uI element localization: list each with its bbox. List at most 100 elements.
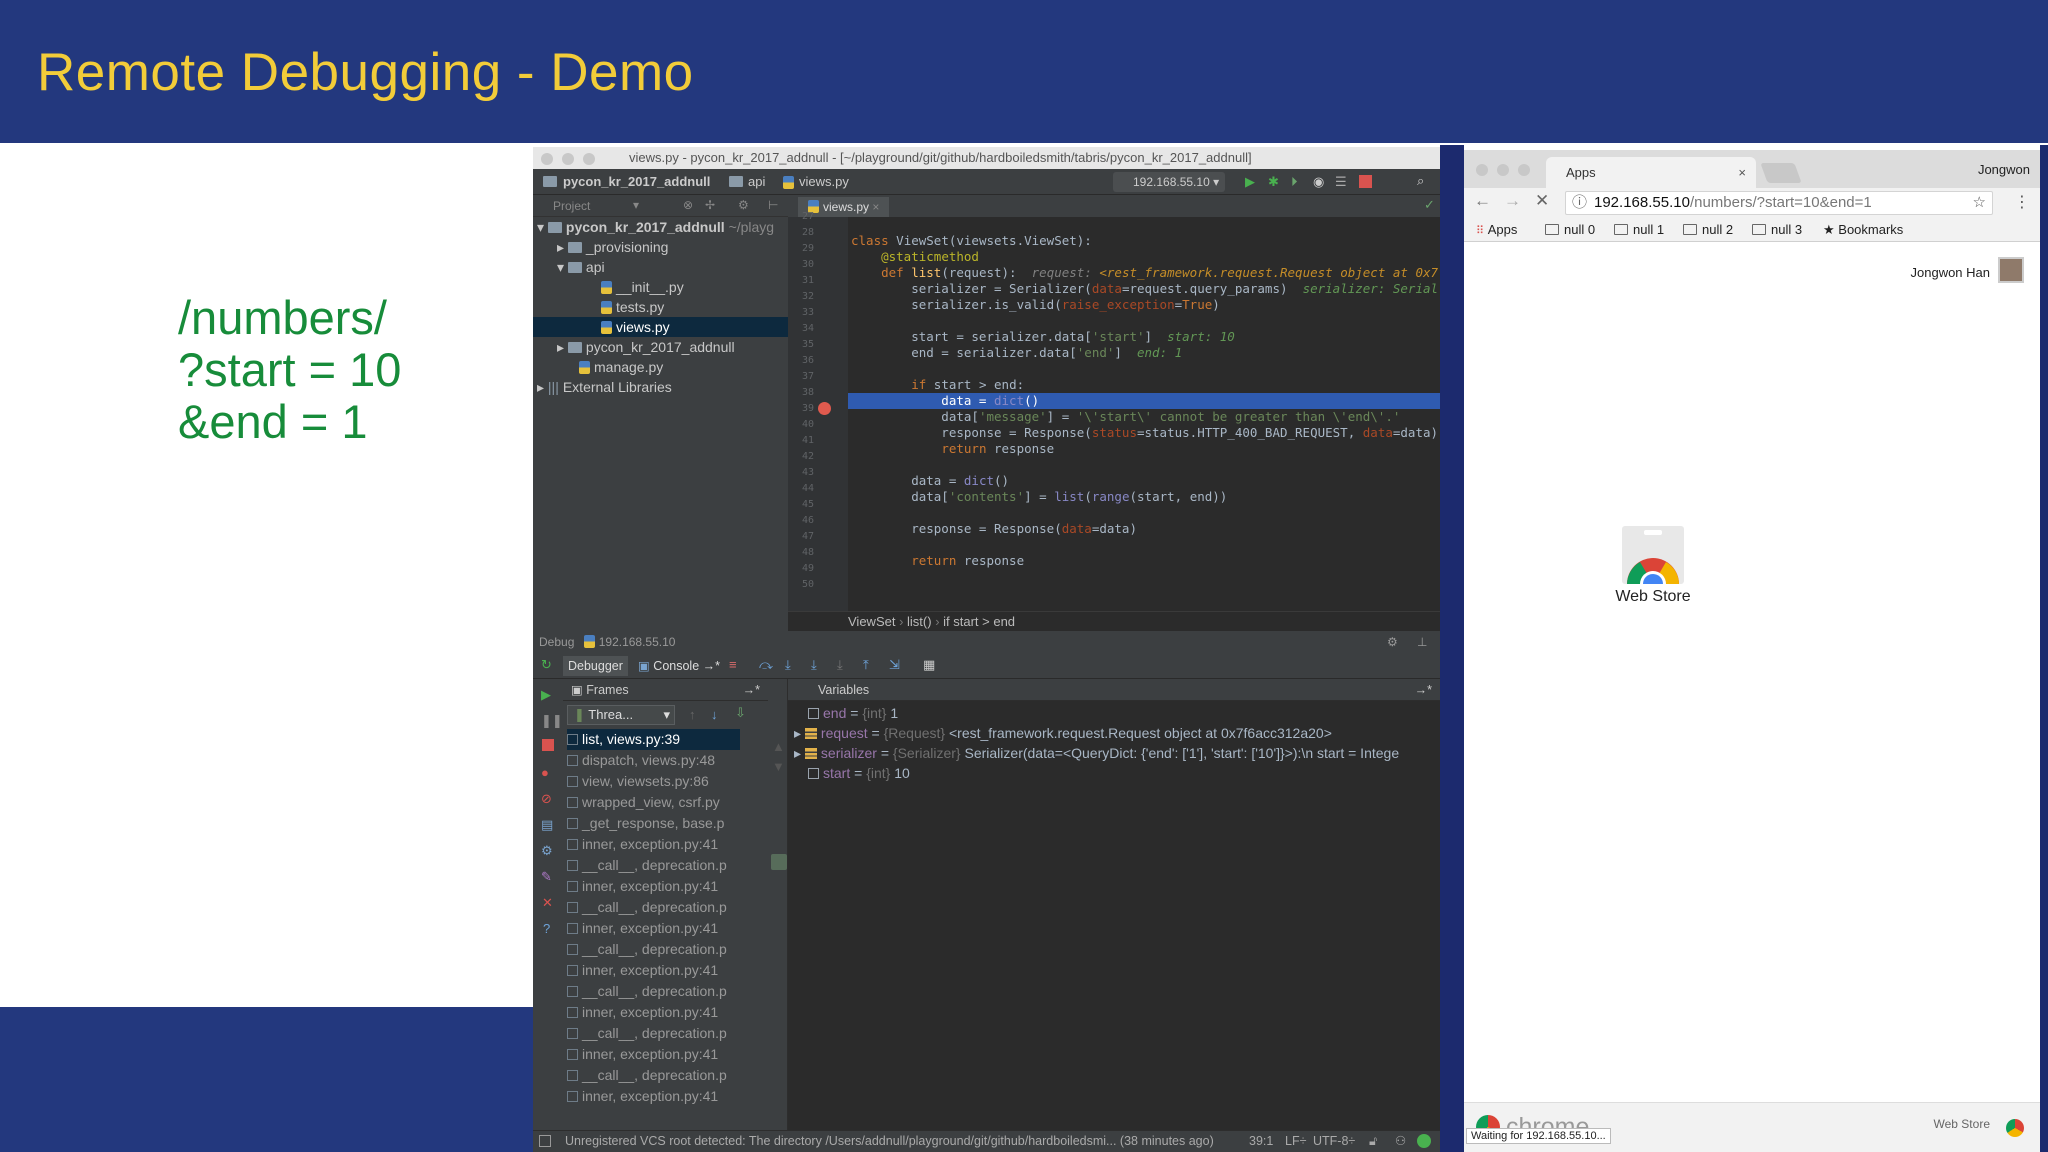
variable-row[interactable]: end = {int} 1	[788, 703, 1440, 723]
debug-icon[interactable]: ✱	[1268, 174, 1279, 190]
profile-label[interactable]: Jongwon Han	[1911, 265, 1991, 280]
bookmark-null-1[interactable]: null 1	[1614, 218, 1664, 242]
lock-icon[interactable]: 🔓︎	[1369, 1131, 1377, 1152]
stop-icon[interactable]	[1359, 175, 1372, 188]
frame-row[interactable]: __call__, deprecation.p	[567, 1065, 740, 1086]
breadcrumb-item[interactable]: list()	[907, 614, 932, 629]
address-bar[interactable]: ⓘ 192.168.55.10/numbers/?start=10&end=1 …	[1565, 191, 1993, 215]
tree-item[interactable]: ▾ pycon_kr_2017_addnull ~/playg	[533, 217, 788, 237]
pin-icon[interactable]: ✎	[541, 869, 552, 885]
tree-item[interactable]: ▸ ||| External Libraries	[533, 377, 788, 397]
frame-row[interactable]: wrapped_view, csrf.py	[567, 792, 740, 813]
frame-row[interactable]: inner, exception.py:41	[567, 1044, 740, 1065]
bookmark-bookmarks[interactable]: ★ Bookmarks	[1823, 218, 1903, 242]
info-icon[interactable]: ⓘ	[1572, 192, 1587, 214]
forward-icon[interactable]: →	[1504, 191, 1521, 211]
tree-item[interactable]: ▸ _provisioning	[533, 237, 788, 257]
chevron-down-icon[interactable]: ▾	[633, 198, 639, 212]
run-config-select[interactable]: 192.168.55.10 ▾	[1113, 172, 1226, 192]
frame-row[interactable]: __call__, deprecation.p	[567, 1023, 740, 1044]
tree-item[interactable]: ▸ pycon_kr_2017_addnull	[533, 337, 788, 357]
breadcrumb-item[interactable]: ViewSet	[848, 614, 895, 629]
resume-icon[interactable]: ▶	[541, 687, 551, 703]
window-controls[interactable]	[541, 152, 604, 168]
frame-up-icon[interactable]: ↑	[689, 707, 696, 722]
tab-apps[interactable]: Apps ×	[1546, 157, 1756, 188]
run-to-cursor-icon[interactable]: ⇲	[889, 657, 900, 673]
file-encoding[interactable]: UTF-8÷	[1313, 1131, 1355, 1152]
arrow-down-icon[interactable]: ▼	[772, 759, 785, 774]
project-view-label[interactable]: Project	[553, 199, 590, 213]
gear-icon[interactable]: ⚙	[1387, 631, 1398, 653]
arrow-up-icon[interactable]: ▲	[772, 739, 785, 754]
toggle-icon[interactable]	[771, 854, 787, 870]
close-icon[interactable]: ×	[872, 200, 879, 214]
thread-select[interactable]: ❚ Threa... ▾	[567, 705, 675, 725]
frame-row[interactable]: view, viewsets.py:86	[567, 771, 740, 792]
frame-down-icon[interactable]: ↓	[711, 707, 718, 722]
variable-row[interactable]: ▸ serializer = {Serializer} Serializer(d…	[788, 743, 1440, 763]
tree-item[interactable]: manage.py	[533, 357, 788, 377]
menu-icon[interactable]: ⋮	[2014, 192, 2030, 212]
close-icon[interactable]: ×	[1738, 157, 1746, 188]
tree-item[interactable]: tests.py	[533, 297, 788, 317]
tab-debugger[interactable]: Debugger	[563, 656, 628, 676]
frame-row[interactable]: _get_response, base.p	[567, 813, 740, 834]
bookmark-apps[interactable]: ⠿ Apps	[1476, 218, 1517, 243]
frame-row[interactable]: __call__, deprecation.p	[567, 981, 740, 1002]
frame-row[interactable]: __call__, deprecation.p	[567, 855, 740, 876]
minimize-icon[interactable]: ⊥	[1417, 631, 1427, 653]
code-content[interactable]: class ViewSet(viewsets.ViewSet): @static…	[848, 217, 1440, 637]
collapse-icon[interactable]: ✢	[705, 198, 715, 212]
web-store-label[interactable]: Web Store	[1590, 588, 1716, 606]
mute-breakpoints-icon[interactable]: ⊘	[541, 791, 552, 807]
nav-file[interactable]: views.py	[799, 174, 849, 189]
close-icon[interactable]: ✕	[542, 895, 553, 911]
frame-row[interactable]: inner, exception.py:41	[567, 834, 740, 855]
hide-icon[interactable]: ⊢	[768, 198, 778, 212]
settings-icon[interactable]: ⚙	[541, 843, 553, 859]
line-separator[interactable]: LF÷	[1285, 1131, 1306, 1152]
frame-row[interactable]: inner, exception.py:41	[567, 1002, 740, 1023]
build-icon[interactable]: ☰	[1335, 174, 1347, 190]
window-controls[interactable]	[1476, 163, 1539, 181]
new-tab-button[interactable]	[1760, 163, 1802, 183]
frame-row[interactable]: list, views.py:39	[567, 729, 740, 750]
bookmark-null-0[interactable]: null 0	[1545, 218, 1595, 242]
run-icon[interactable]: ▶	[1245, 174, 1255, 190]
sync-icon[interactable]: ⊗	[683, 198, 693, 212]
breakpoint-icon[interactable]	[818, 402, 831, 415]
filter-icon[interactable]: ⇩	[735, 705, 746, 721]
bookmark-null-3[interactable]: null 3	[1752, 218, 1802, 242]
frame-row[interactable]: dispatch, views.py:48	[567, 750, 740, 771]
step-into-icon[interactable]: ⤓	[785, 657, 791, 673]
step-over-icon[interactable]: ⤼	[759, 657, 773, 673]
view-breakpoints-icon[interactable]: ●	[541, 765, 549, 780]
gear-icon[interactable]: ⚙	[738, 198, 749, 212]
rerun-icon[interactable]: ↻	[541, 657, 552, 673]
layout-icon[interactable]: ▤	[541, 817, 553, 833]
tree-item[interactable]: __init__.py	[533, 277, 788, 297]
variable-row[interactable]: ▸ request = {Request} <rest_framework.re…	[788, 723, 1440, 743]
pause-icon[interactable]: ❚❚	[541, 713, 563, 729]
stop-loading-icon[interactable]: ✕	[1535, 191, 1549, 211]
frame-row[interactable]: __call__, deprecation.p	[567, 939, 740, 960]
variable-row[interactable]: start = {int} 10	[788, 763, 1440, 783]
coverage-icon[interactable]: ⏵	[1291, 174, 1298, 190]
frame-row[interactable]: inner, exception.py:41	[567, 876, 740, 897]
cursor-position[interactable]: 39:1	[1249, 1131, 1273, 1152]
tree-item-selected[interactable]: views.py	[533, 317, 788, 337]
tree-item[interactable]: ▾ api	[533, 257, 788, 277]
avatar[interactable]	[1998, 257, 2024, 283]
force-step-into-icon[interactable]: ⤓	[837, 657, 843, 673]
profile-name[interactable]: Jongwon	[1978, 162, 2030, 177]
nav-project[interactable]: pycon_kr_2017_addnull	[563, 174, 710, 189]
search-icon[interactable]: ⌕	[1417, 173, 1424, 189]
step-out-icon[interactable]: ⤒	[863, 657, 869, 673]
frame-row[interactable]: inner, exception.py:41	[567, 918, 740, 939]
step-into-my-code-icon[interactable]: ⤓	[811, 657, 817, 673]
inspector-icon[interactable]: ⚇	[1395, 1131, 1406, 1152]
toolwindow-icon[interactable]	[539, 1135, 551, 1147]
tab-console[interactable]: ▣ Console →*	[633, 656, 725, 676]
star-icon[interactable]: ☆	[1973, 192, 1986, 214]
